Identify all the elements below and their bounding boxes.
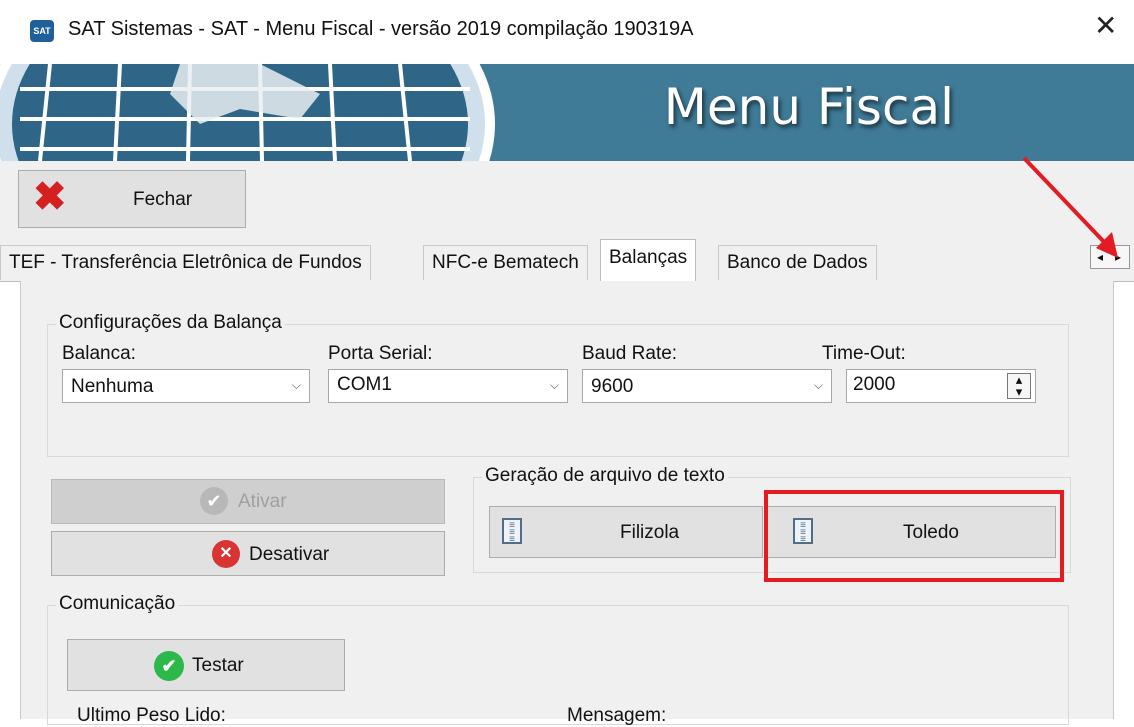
timeout-value: 2000 bbox=[853, 374, 896, 395]
balanca-select[interactable]: Nenhuma ⌵ bbox=[62, 369, 310, 403]
banner-title: Menu Fiscal bbox=[663, 78, 954, 136]
green-check-icon: ✔ bbox=[154, 651, 184, 681]
title-bar: SAT SAT Sistemas - SAT - Menu Fiscal - v… bbox=[0, 0, 1134, 64]
tab-scroll-right-icon[interactable]: ▸ bbox=[1109, 246, 1127, 268]
balanca-label: Balanca: bbox=[62, 343, 136, 364]
chevron-down-icon: ⌵ bbox=[813, 378, 823, 392]
window-title: SAT Sistemas - SAT - Menu Fiscal - versã… bbox=[68, 18, 694, 40]
filizola-label: Filizola bbox=[620, 522, 680, 543]
tab-scroll-control: ◂ ▸ bbox=[1090, 245, 1130, 269]
timeout-spinner[interactable]: 2000 ▴ ▾ bbox=[846, 369, 1036, 403]
porta-serial-label: Porta Serial: bbox=[328, 343, 433, 364]
geracao-arquivo-title: Geração de arquivo de texto bbox=[482, 465, 728, 487]
config-balanca-title: Configurações da Balança bbox=[56, 312, 285, 334]
globe-graphic bbox=[0, 64, 495, 161]
baud-rate-label: Baud Rate: bbox=[582, 343, 678, 364]
chevron-down-icon: ⌵ bbox=[549, 378, 559, 392]
toledo-label: Toledo bbox=[903, 522, 959, 543]
balancas-panel: Configurações da Balança Balanca: Nenhum… bbox=[20, 281, 1114, 726]
desativar-label: Desativar bbox=[249, 544, 330, 565]
error-x-icon: ✕ bbox=[212, 540, 240, 568]
mensagem-label: Mensagem: bbox=[567, 705, 667, 726]
close-icon[interactable]: ✕ bbox=[1094, 12, 1117, 40]
check-icon: ✔ bbox=[200, 487, 228, 515]
tab-balancas[interactable]: Balanças bbox=[600, 239, 697, 281]
desativar-button[interactable]: ✕ Desativar bbox=[51, 531, 445, 576]
document-icon: ≡ ≡ ≡ bbox=[502, 518, 522, 545]
comunicacao-title: Comunicação bbox=[56, 593, 179, 615]
document-icon: ≡ ≡ ≡ bbox=[793, 518, 813, 545]
tab-scroll-left-icon[interactable]: ◂ bbox=[1091, 246, 1109, 268]
ativar-label: Ativar bbox=[238, 491, 287, 512]
ativar-button: ✔ Ativar bbox=[51, 479, 445, 524]
fechar-label: Fechar bbox=[133, 189, 193, 210]
baud-rate-select[interactable]: 9600 ⌵ bbox=[582, 369, 832, 403]
spin-arrows-icon[interactable]: ▴ ▾ bbox=[1007, 373, 1031, 399]
config-balanca-group: Configurações da Balança Balanca: Nenhum… bbox=[47, 312, 1069, 457]
tab-tef[interactable]: TEF - Transferência Eletrônica de Fundos bbox=[0, 245, 371, 280]
toledo-button[interactable]: ≡ ≡ ≡ Toledo bbox=[766, 506, 1056, 558]
porta-serial-select[interactable]: COM1 ⌵ bbox=[328, 369, 568, 403]
filizola-button[interactable]: ≡ ≡ ≡ Filizola bbox=[489, 506, 763, 558]
app-icon: SAT bbox=[30, 20, 54, 42]
baud-rate-value: 9600 bbox=[591, 376, 634, 397]
geracao-arquivo-group: Geração de arquivo de texto ≡ ≡ ≡ Filizola… bbox=[473, 465, 1071, 573]
ultimo-peso-label: Ultimo Peso Lido: bbox=[77, 705, 226, 726]
tab-strip: TEF - Transferência Eletrônica de Fundos… bbox=[0, 239, 1134, 282]
chevron-down-icon: ⌵ bbox=[291, 378, 301, 392]
testar-label: Testar bbox=[192, 655, 244, 676]
timeout-label: Time-Out: bbox=[822, 343, 906, 364]
tab-banco-de-dados[interactable]: Banco de Dados bbox=[718, 245, 877, 280]
banner: Menu Fiscal bbox=[0, 64, 1134, 161]
fechar-button[interactable]: ✖ Fechar bbox=[18, 170, 246, 228]
porta-serial-value: COM1 bbox=[337, 374, 392, 395]
tab-nfce-bematech[interactable]: NFC-e Bematech bbox=[423, 245, 588, 280]
testar-button[interactable]: ✔ Testar bbox=[67, 639, 345, 691]
red-x-icon: ✖ bbox=[33, 175, 67, 219]
balanca-value: Nenhuma bbox=[71, 376, 154, 397]
toolbar: ✖ Fechar bbox=[0, 161, 1134, 239]
